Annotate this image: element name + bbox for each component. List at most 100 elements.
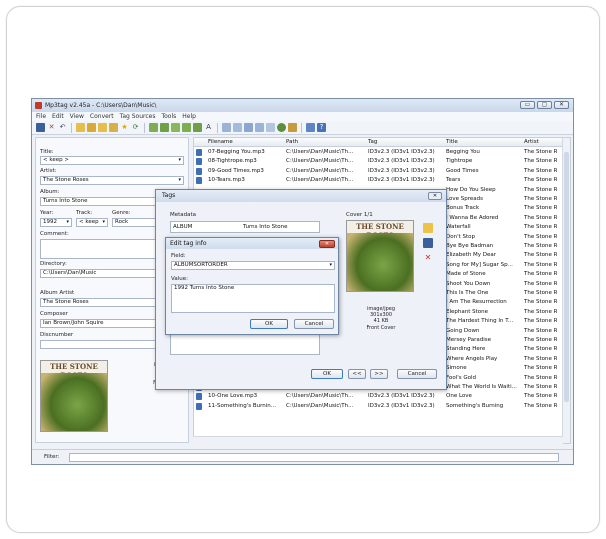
- previous-button[interactable]: <<: [348, 369, 366, 379]
- filter-label: Filter:: [44, 454, 60, 460]
- folder-sub-icon[interactable]: [98, 123, 107, 132]
- favorite-star-icon[interactable]: ★: [120, 123, 129, 132]
- scroll-thumb[interactable]: [564, 152, 569, 402]
- export-icon[interactable]: [233, 123, 242, 132]
- value-label: Value:: [171, 276, 188, 282]
- table-cell: Shoot You Down: [446, 280, 491, 287]
- table-row[interactable]: 11-Something's Burnin... C:\Users\Dan\Mus…: [194, 402, 570, 411]
- undo-icon[interactable]: ↶: [58, 123, 67, 132]
- menu-tools[interactable]: Tools: [161, 113, 176, 120]
- folder-open-icon[interactable]: [76, 123, 85, 132]
- column-path[interactable]: Path: [286, 139, 298, 145]
- menu-tag-sources[interactable]: Tag Sources: [120, 113, 156, 120]
- table-cell: C:\Users\Dan\Music\Th...: [286, 149, 354, 155]
- remove-cover-icon[interactable]: ✕: [423, 253, 433, 263]
- close-button[interactable]: ✕: [554, 101, 569, 109]
- chevron-down-icon[interactable]: ▾: [102, 219, 105, 226]
- table-cell: ID3v2.3 (ID3v1 ID3v2.3): [368, 393, 435, 400]
- table-row[interactable]: 08-Tightrope.mp3 C:\Users\Dan\Music\Th...…: [194, 157, 570, 166]
- title-value: < keep >: [43, 157, 69, 163]
- table-cell: The Stone R: [524, 402, 558, 409]
- actions-icon[interactable]: [222, 123, 231, 132]
- table-cell: Standing Here: [446, 346, 486, 353]
- menu-convert[interactable]: Convert: [90, 113, 114, 120]
- menu-edit[interactable]: Edit: [52, 113, 64, 120]
- tools-icon[interactable]: [288, 123, 297, 132]
- table-row[interactable]: 10-One Love.mp3 C:\Users\Dan\Music\Th... I…: [194, 392, 570, 401]
- table-cell: The Stone R: [524, 318, 558, 325]
- tag-tag-icon[interactable]: [193, 123, 202, 132]
- metadata-row[interactable]: ALBUM Turns Into Stone: [170, 221, 320, 233]
- column-artist[interactable]: Artist: [524, 139, 539, 145]
- table-row[interactable]: 09-Good Times.mp3 C:\Users\Dan\Music\Th..…: [194, 167, 570, 176]
- add-cover-icon[interactable]: [423, 223, 433, 233]
- filter-input[interactable]: [69, 453, 559, 462]
- tag-filename-icon[interactable]: [149, 123, 158, 132]
- edit-ok-button[interactable]: OK: [250, 319, 288, 329]
- column-filename[interactable]: Filename: [208, 139, 233, 145]
- column-title[interactable]: Title: [446, 139, 458, 145]
- field-select[interactable]: ALBUMSORTORDER ▾: [171, 261, 335, 270]
- table-cell: C:\Users\Dan\Music\Th...: [286, 158, 354, 165]
- album-artist-value: The Stone Roses: [43, 299, 89, 305]
- table-cell: C:\Users\Dan\Music\Th...: [286, 402, 354, 409]
- next-button[interactable]: >>: [370, 369, 388, 379]
- save-icon[interactable]: [36, 123, 45, 132]
- close-icon[interactable]: ✕: [428, 192, 442, 200]
- freedb-icon[interactable]: [244, 123, 253, 132]
- edit-cancel-button[interactable]: Cancel: [294, 319, 334, 329]
- ok-button[interactable]: OK: [311, 369, 343, 379]
- text-tag-icon[interactable]: [182, 123, 191, 132]
- edit-tag-dialog: Edit tag info ✕ Field: ALBUMSORTORDER ▾ V…: [165, 237, 339, 335]
- music-file-icon: [196, 177, 202, 185]
- close-icon[interactable]: ✕: [319, 240, 335, 248]
- menu-help[interactable]: Help: [182, 113, 196, 120]
- track-field[interactable]: < keep ▾: [76, 218, 108, 227]
- table-row[interactable]: 10-Tears.mp3 C:\Users\Dan\Music\Th... ID3v…: [194, 176, 570, 185]
- options-icon[interactable]: [306, 123, 315, 132]
- title-field[interactable]: < keep > ▾: [40, 156, 184, 165]
- case-convert-icon[interactable]: A: [204, 123, 213, 132]
- artist-field[interactable]: The Stone Roses ▾: [40, 176, 184, 185]
- cancel-button[interactable]: Cancel: [397, 369, 437, 379]
- metadata-label: Metadata: [170, 212, 197, 218]
- filename-filename-icon[interactable]: [171, 123, 180, 132]
- menu-view[interactable]: View: [70, 113, 84, 120]
- table-cell: The Hardest Thing In T...: [446, 318, 514, 325]
- value-textarea[interactable]: 1992 Turns Into Stone: [171, 284, 335, 313]
- folder-add-icon[interactable]: [87, 123, 96, 132]
- chevron-down-icon[interactable]: ▾: [178, 177, 181, 184]
- track-label: Track:: [76, 210, 93, 216]
- help-icon[interactable]: ?: [317, 123, 326, 132]
- remove-tag-icon[interactable]: ✕: [47, 123, 56, 132]
- year-field[interactable]: 1992 ▾: [40, 218, 72, 227]
- horizontal-scrollbar[interactable]: [193, 436, 563, 444]
- playlist-icon[interactable]: [109, 123, 118, 132]
- vertical-scrollbar[interactable]: [562, 138, 570, 443]
- cover-art-large[interactable]: THE STONE ROSES: [346, 220, 414, 292]
- cover-art-image: [41, 373, 107, 431]
- directory-value: C:\Users\Dan\Music: [43, 270, 97, 276]
- musicbrainz-icon[interactable]: [266, 123, 275, 132]
- cover-thumbnail[interactable]: THE STONE ROSES: [40, 360, 108, 432]
- music-file-icon: [196, 402, 202, 410]
- table-row[interactable]: 07-Begging You.mp3 C:\Users\Dan\Music\Th.…: [194, 148, 570, 157]
- album-artist-label: Album Artist: [40, 290, 75, 296]
- web-sources-icon[interactable]: [277, 123, 286, 132]
- minimize-button[interactable]: ▭: [520, 101, 535, 109]
- chevron-down-icon[interactable]: ▾: [66, 219, 69, 226]
- chevron-down-icon[interactable]: ▾: [329, 262, 332, 269]
- maximize-button[interactable]: ▢: [537, 101, 552, 109]
- refresh-icon[interactable]: ⟳: [131, 123, 140, 132]
- column-tag[interactable]: Tag: [368, 139, 377, 145]
- table-cell: The Stone R: [524, 149, 558, 155]
- filename-tag-icon[interactable]: [160, 123, 169, 132]
- table-cell: The Stone R: [524, 196, 558, 202]
- chevron-down-icon[interactable]: ▾: [178, 157, 181, 164]
- discogs-icon[interactable]: [255, 123, 264, 132]
- metadata-list[interactable]: [170, 333, 320, 355]
- table-cell: Love Spreads: [446, 196, 483, 202]
- table-cell: ID3v2.3 (ID3v1 ID3v2.3): [368, 149, 435, 155]
- menu-file[interactable]: File: [36, 113, 46, 120]
- save-cover-icon[interactable]: [423, 238, 433, 248]
